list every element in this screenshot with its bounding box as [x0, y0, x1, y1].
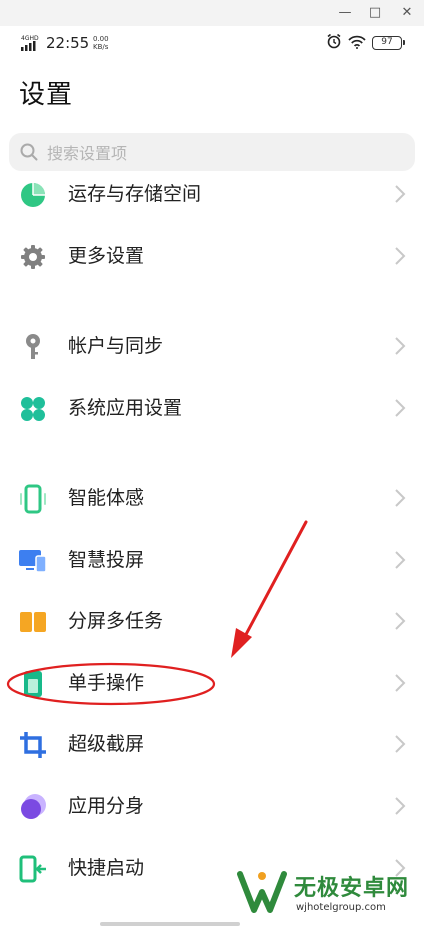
- screen-cast-icon: [18, 546, 48, 576]
- watermark-name: 无极安卓网: [294, 876, 410, 901]
- setting-item-split-screen[interactable]: 分屏多任务: [0, 591, 424, 651]
- chevron-right-icon: [394, 673, 406, 693]
- setting-item-super-screenshot[interactable]: 超级截屏: [0, 714, 424, 774]
- storage-pie-icon: [18, 180, 48, 210]
- setting-label: 智慧投屏: [68, 549, 145, 571]
- speed-value: 0.00: [93, 35, 109, 43]
- chevron-right-icon: [394, 734, 406, 754]
- phone-motion-icon: [18, 484, 48, 514]
- setting-label: 运存与存储空间: [68, 183, 202, 205]
- setting-item-storage[interactable]: 运存与存储空间: [0, 164, 424, 224]
- page-title: 设置: [19, 80, 74, 110]
- setting-label: 分屏多任务: [68, 610, 164, 632]
- setting-item-app-clone[interactable]: 应用分身: [0, 776, 424, 836]
- close-button[interactable]: ✕: [396, 3, 418, 23]
- watermark-url: wjhotelgroup.com: [296, 902, 386, 913]
- setting-item-accounts-sync[interactable]: 帐户与同步: [0, 316, 424, 376]
- chevron-right-icon: [394, 398, 406, 418]
- setting-label: 超级截屏: [68, 733, 145, 755]
- chevron-right-icon: [394, 184, 406, 204]
- quick-launch-icon: [18, 854, 48, 884]
- clover-icon: [18, 394, 48, 424]
- network-type: 4GHD: [21, 35, 39, 42]
- setting-item-screen-cast[interactable]: 智慧投屏: [0, 530, 424, 590]
- setting-label: 应用分身: [68, 795, 145, 817]
- chevron-right-icon: [394, 611, 406, 631]
- watermark: 无极安卓网 wjhotelgroup.com: [236, 858, 422, 924]
- setting-label: 系统应用设置: [68, 397, 183, 419]
- setting-item-more-settings[interactable]: 更多设置: [0, 226, 424, 286]
- setting-label: 更多设置: [68, 245, 145, 267]
- setting-label: 单手操作: [68, 672, 145, 694]
- search-placeholder: 搜索设置项: [47, 144, 128, 163]
- wifi-icon: [348, 34, 366, 53]
- home-indicator[interactable]: [100, 922, 240, 926]
- signal-icon: 4GHD: [21, 34, 41, 52]
- minimize-button[interactable]: —: [334, 3, 356, 23]
- setting-label: 智能体感: [68, 487, 145, 509]
- watermark-logo-icon: [236, 866, 288, 922]
- alarm-icon: [326, 33, 342, 53]
- setting-item-one-hand-mode[interactable]: 单手操作: [0, 653, 424, 713]
- one-hand-icon: [18, 669, 48, 699]
- search-icon: [19, 142, 39, 162]
- key-icon: [18, 332, 48, 362]
- chevron-right-icon: [394, 796, 406, 816]
- speed-unit: KB/s: [93, 43, 109, 51]
- network-speed: 0.00 KB/s: [93, 35, 109, 51]
- crop-icon: [18, 730, 48, 760]
- setting-label: 快捷启动: [68, 857, 145, 879]
- setting-item-smart-motion[interactable]: 智能体感: [0, 468, 424, 528]
- window-title-bar: — □ ✕: [0, 0, 424, 26]
- chevron-right-icon: [394, 246, 406, 266]
- setting-item-system-apps[interactable]: 系统应用设置: [0, 378, 424, 438]
- app-clone-icon: [18, 792, 48, 822]
- setting-label: 帐户与同步: [68, 335, 164, 357]
- chevron-right-icon: [394, 488, 406, 508]
- gear-icon: [18, 242, 48, 272]
- split-screen-icon: [18, 607, 48, 637]
- battery-icon: 97: [372, 36, 405, 50]
- chevron-right-icon: [394, 550, 406, 570]
- status-time: 22:55: [46, 34, 90, 52]
- chevron-right-icon: [394, 336, 406, 356]
- status-bar: 4GHD 22:55 0.00 KB/s 97: [0, 26, 424, 60]
- maximize-button[interactable]: □: [364, 3, 386, 23]
